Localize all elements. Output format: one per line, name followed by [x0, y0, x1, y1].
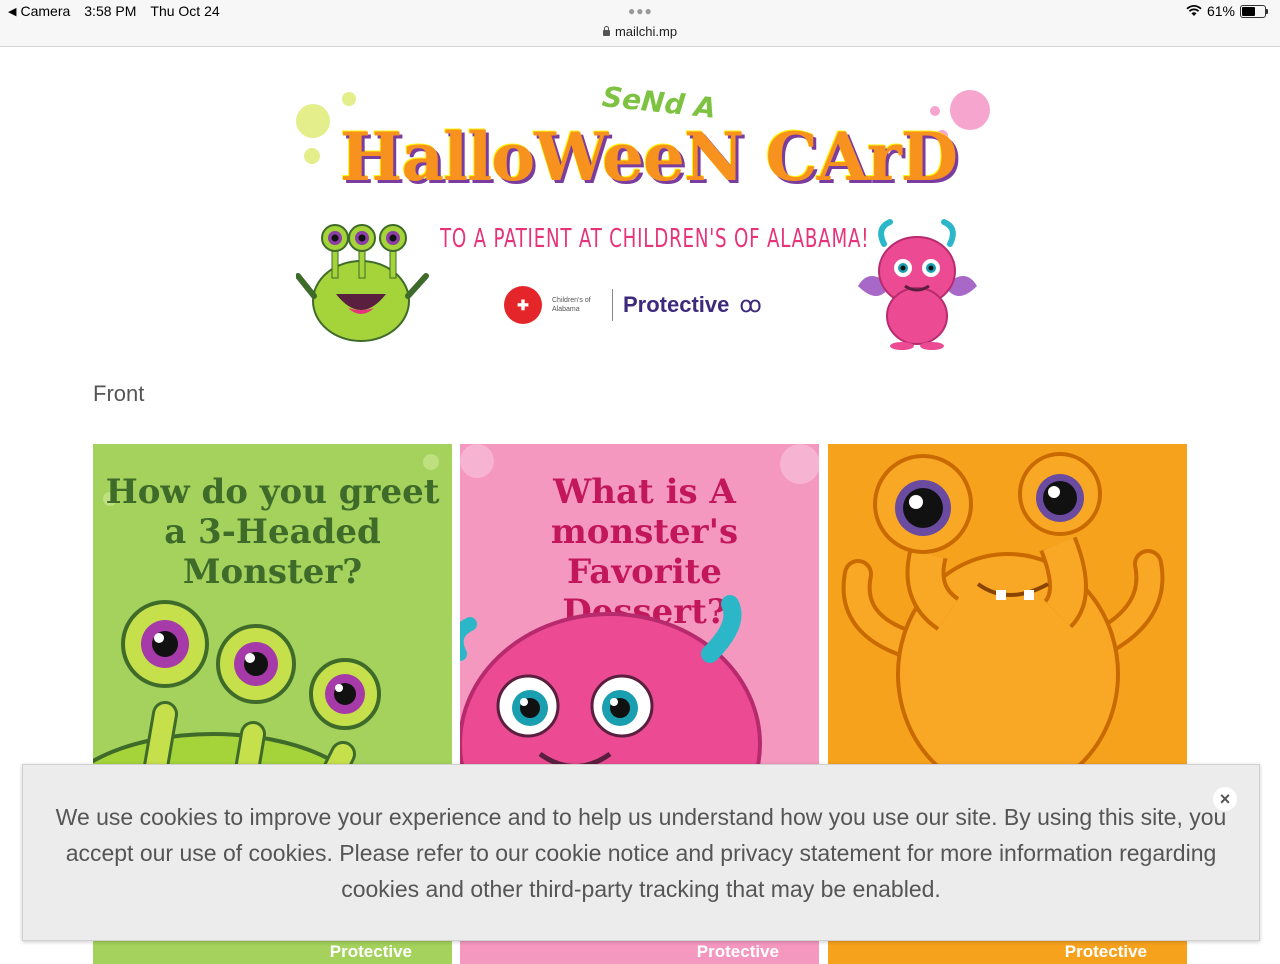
battery-icon [1240, 4, 1268, 18]
card-question: How do you greet a 3-Headed Monster? [105, 472, 440, 592]
protective-logo-text: Protective [623, 292, 730, 317]
three-headed-monster-illustration [93, 600, 381, 784]
decor-blob [930, 106, 940, 116]
status-time: 3:58 PM [84, 3, 137, 19]
banner-title: HalloWeeN CArD [340, 118, 958, 196]
green-monster-illustration [296, 224, 429, 342]
decor-blob [342, 92, 356, 106]
card-footer-logo: Protective [1064, 942, 1147, 961]
front-section-label: Front [93, 381, 145, 406]
card-footer-logo: Protective [696, 942, 779, 961]
status-left: ◀ Camera 3:58 PM Thu Oct 24 [8, 3, 220, 19]
close-icon[interactable]: × [1213, 787, 1237, 811]
wifi-icon [1186, 5, 1202, 16]
back-arrow-icon[interactable]: ◀ [8, 5, 16, 18]
battery-fill [1242, 6, 1255, 16]
decor-blob [460, 444, 494, 478]
address-bar[interactable]: mailchi.mp [0, 24, 1280, 39]
pink-monster-illustration [858, 219, 977, 350]
battery-percent: 61% [1206, 3, 1235, 19]
cookie-notice-text: We use cookies to improve your experienc… [55, 804, 1227, 902]
logo-divider [612, 289, 613, 321]
cookie-banner: We use cookies to improve your experienc… [22, 764, 1260, 941]
decor-blob [423, 454, 439, 470]
decor-blob [296, 104, 330, 138]
status-right: 61% [1186, 3, 1268, 19]
lock-icon [602, 26, 610, 36]
protective-people-icon: ꝏ [739, 292, 762, 317]
status-bar: ◀ Camera 3:58 PM Thu Oct 24 ●●● mailchi.… [0, 0, 1280, 47]
pink-fluffy-monster-illustration [460, 595, 762, 784]
url-text: mailchi.mp [614, 24, 678, 39]
back-app-label[interactable]: Camera [20, 3, 70, 19]
sponsor-logos: ✚ Children's of Alabama Protective ꝏ [504, 286, 762, 324]
banner-subtitle: TO A PATIENT AT CHILDREN'S OF ALABAMA! [440, 224, 870, 254]
status-date: Thu Oct 24 [150, 3, 220, 19]
childrens-logo-text: Children's of Alabama [552, 297, 591, 313]
childrens-of-alabama-logo-icon: ✚ [504, 286, 542, 324]
more-dots-icon[interactable]: ●●● [628, 4, 653, 18]
decor-blob [304, 148, 320, 164]
halloween-banner: SeNd A HalloWeeN CArD TO A PATIENT AT CH… [290, 80, 990, 351]
orange-octopus-monster-illustration [841, 452, 1165, 784]
card-footer-logo: Protective [329, 942, 412, 961]
